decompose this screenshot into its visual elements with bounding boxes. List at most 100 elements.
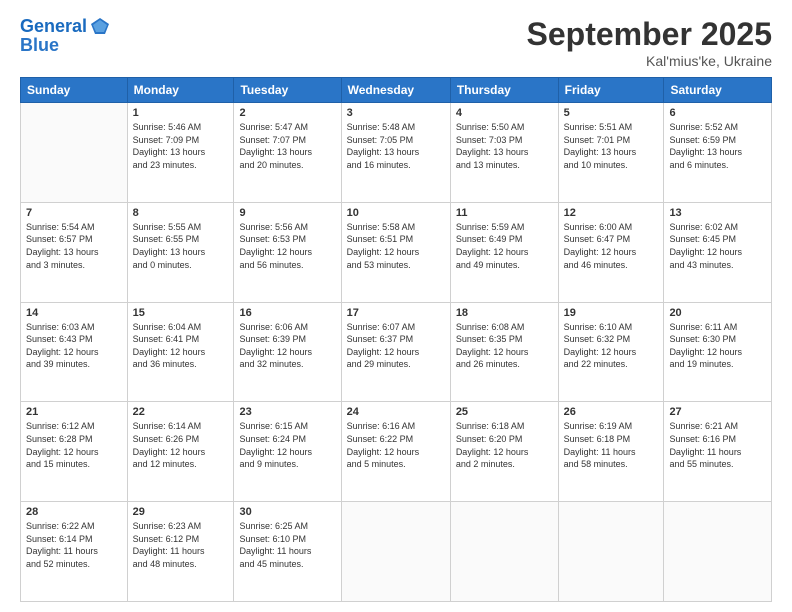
cell-info: Sunrise: 5:54 AM Sunset: 6:57 PM Dayligh… [26, 221, 122, 271]
day-number: 25 [456, 406, 553, 418]
cell-info: Sunrise: 6:06 AM Sunset: 6:39 PM Dayligh… [239, 321, 335, 371]
table-row: 18Sunrise: 6:08 AM Sunset: 6:35 PM Dayli… [450, 302, 558, 402]
cell-info: Sunrise: 6:04 AM Sunset: 6:41 PM Dayligh… [133, 321, 229, 371]
day-number: 8 [133, 207, 229, 219]
page: General Blue September 2025 Kal'mius'ke,… [0, 0, 792, 612]
cell-info: Sunrise: 6:18 AM Sunset: 6:20 PM Dayligh… [456, 420, 553, 470]
table-row: 25 Sunrise: 6:18 AM Sunset: 6:20 PM Dayli… [450, 402, 558, 502]
day-number: 2 [239, 107, 335, 119]
day-number: 10 [347, 207, 445, 219]
location-subtitle: Kal'mius'ke, Ukraine [527, 53, 772, 69]
header: General Blue September 2025 Kal'mius'ke,… [20, 16, 772, 69]
table-row: 22Sunrise: 6:14 AM Sunset: 6:26 PM Dayli… [127, 402, 234, 502]
cell-info: Sunrise: 6:10 AM Sunset: 6:32 PM Dayligh… [564, 321, 659, 371]
cell-info: Sunrise: 5:52 AM Sunset: 6:59 PM Dayligh… [669, 121, 766, 171]
day-number: 18 [456, 307, 553, 319]
cell-info: Sunrise: 6:25 AM Sunset: 6:10 PM Dayligh… [239, 520, 335, 570]
cell-info: Sunrise: 6:22 AM Sunset: 6:14 PM Dayligh… [26, 520, 122, 570]
day-number: 21 [26, 406, 122, 418]
cell-info: Sunrise: 5:56 AM Sunset: 6:53 PM Dayligh… [239, 221, 335, 271]
calendar-week-row: 28 Sunrise: 6:22 AM Sunset: 6:14 PM Dayli… [21, 502, 772, 602]
cell-info: Sunrise: 5:47 AM Sunset: 7:07 PM Dayligh… [239, 121, 335, 171]
logo: General Blue [20, 16, 111, 56]
month-title: September 2025 [527, 16, 772, 53]
table-row: 6 Sunrise: 5:52 AM Sunset: 6:59 PM Daylig… [664, 103, 772, 203]
table-row [558, 502, 664, 602]
logo-flag-icon [89, 16, 111, 38]
cell-info: Sunrise: 6:19 AM Sunset: 6:18 PM Dayligh… [564, 420, 659, 470]
table-row: 14 Sunrise: 6:03 AM Sunset: 6:43 PM Dayli… [21, 302, 128, 402]
day-number: 27 [669, 406, 766, 418]
table-row [450, 502, 558, 602]
calendar-week-row: 1 Sunrise: 5:46 AM Sunset: 7:09 PM Daylig… [21, 103, 772, 203]
cell-info: Sunrise: 6:21 AM Sunset: 6:16 PM Dayligh… [669, 420, 766, 470]
col-thursday: Thursday [450, 78, 558, 103]
day-number: 1 [133, 107, 229, 119]
day-number: 16 [239, 307, 335, 319]
table-row: 23Sunrise: 6:15 AM Sunset: 6:24 PM Dayli… [234, 402, 341, 502]
cell-info: Sunrise: 6:07 AM Sunset: 6:37 PM Dayligh… [347, 321, 445, 371]
day-number: 29 [133, 506, 229, 518]
day-number: 26 [564, 406, 659, 418]
cell-info: Sunrise: 5:48 AM Sunset: 7:05 PM Dayligh… [347, 121, 445, 171]
day-number: 24 [347, 406, 445, 418]
table-row: 5Sunrise: 5:51 AM Sunset: 7:01 PM Daylig… [558, 103, 664, 203]
table-row: 26 Sunrise: 6:19 AM Sunset: 6:18 PM Dayli… [558, 402, 664, 502]
day-number: 7 [26, 207, 122, 219]
cell-info: Sunrise: 5:51 AM Sunset: 7:01 PM Dayligh… [564, 121, 659, 171]
cell-info: Sunrise: 5:46 AM Sunset: 7:09 PM Dayligh… [133, 121, 229, 171]
day-number: 20 [669, 307, 766, 319]
calendar-week-row: 14 Sunrise: 6:03 AM Sunset: 6:43 PM Dayli… [21, 302, 772, 402]
table-row: 21 Sunrise: 6:12 AM Sunset: 6:28 PM Dayli… [21, 402, 128, 502]
cell-info: Sunrise: 5:55 AM Sunset: 6:55 PM Dayligh… [133, 221, 229, 271]
table-row: 4Sunrise: 5:50 AM Sunset: 7:03 PM Daylig… [450, 103, 558, 203]
cell-info: Sunrise: 6:02 AM Sunset: 6:45 PM Dayligh… [669, 221, 766, 271]
title-section: September 2025 Kal'mius'ke, Ukraine [527, 16, 772, 69]
table-row: 30 Sunrise: 6:25 AM Sunset: 6:10 PM Dayli… [234, 502, 341, 602]
cell-info: Sunrise: 6:11 AM Sunset: 6:30 PM Dayligh… [669, 321, 766, 371]
day-number: 30 [239, 506, 335, 518]
day-number: 11 [456, 207, 553, 219]
day-number: 6 [669, 107, 766, 119]
day-number: 23 [239, 406, 335, 418]
col-wednesday: Wednesday [341, 78, 450, 103]
cell-info: Sunrise: 6:00 AM Sunset: 6:47 PM Dayligh… [564, 221, 659, 271]
calendar-table: Sunday Monday Tuesday Wednesday Thursday… [20, 77, 772, 602]
table-row: 24 Sunrise: 6:16 AM Sunset: 6:22 PM Dayli… [341, 402, 450, 502]
calendar-header-row: Sunday Monday Tuesday Wednesday Thursday… [21, 78, 772, 103]
col-saturday: Saturday [664, 78, 772, 103]
table-row: 17Sunrise: 6:07 AM Sunset: 6:37 PM Dayli… [341, 302, 450, 402]
table-row [664, 502, 772, 602]
calendar-week-row: 21 Sunrise: 6:12 AM Sunset: 6:28 PM Dayli… [21, 402, 772, 502]
cell-info: Sunrise: 5:50 AM Sunset: 7:03 PM Dayligh… [456, 121, 553, 171]
table-row: 13 Sunrise: 6:02 AM Sunset: 6:45 PM Dayli… [664, 202, 772, 302]
cell-info: Sunrise: 5:58 AM Sunset: 6:51 PM Dayligh… [347, 221, 445, 271]
day-number: 3 [347, 107, 445, 119]
table-row: 9Sunrise: 5:56 AM Sunset: 6:53 PM Daylig… [234, 202, 341, 302]
table-row: 29Sunrise: 6:23 AM Sunset: 6:12 PM Dayli… [127, 502, 234, 602]
cell-info: Sunrise: 5:59 AM Sunset: 6:49 PM Dayligh… [456, 221, 553, 271]
table-row: 27 Sunrise: 6:21 AM Sunset: 6:16 PM Dayli… [664, 402, 772, 502]
calendar-week-row: 7 Sunrise: 5:54 AM Sunset: 6:57 PM Daylig… [21, 202, 772, 302]
day-number: 28 [26, 506, 122, 518]
table-row [21, 103, 128, 203]
table-row: 19 Sunrise: 6:10 AM Sunset: 6:32 PM Dayli… [558, 302, 664, 402]
cell-info: Sunrise: 6:03 AM Sunset: 6:43 PM Dayligh… [26, 321, 122, 371]
col-sunday: Sunday [21, 78, 128, 103]
day-number: 19 [564, 307, 659, 319]
table-row: 11 Sunrise: 5:59 AM Sunset: 6:49 PM Dayli… [450, 202, 558, 302]
day-number: 15 [133, 307, 229, 319]
day-number: 13 [669, 207, 766, 219]
day-number: 14 [26, 307, 122, 319]
table-row: 2 Sunrise: 5:47 AM Sunset: 7:07 PM Daylig… [234, 103, 341, 203]
table-row [341, 502, 450, 602]
logo-text: General [20, 17, 87, 37]
cell-info: Sunrise: 6:12 AM Sunset: 6:28 PM Dayligh… [26, 420, 122, 470]
cell-info: Sunrise: 6:16 AM Sunset: 6:22 PM Dayligh… [347, 420, 445, 470]
col-monday: Monday [127, 78, 234, 103]
table-row: 1 Sunrise: 5:46 AM Sunset: 7:09 PM Daylig… [127, 103, 234, 203]
table-row: 28 Sunrise: 6:22 AM Sunset: 6:14 PM Dayli… [21, 502, 128, 602]
table-row: 12 Sunrise: 6:00 AM Sunset: 6:47 PM Dayli… [558, 202, 664, 302]
cell-info: Sunrise: 6:14 AM Sunset: 6:26 PM Dayligh… [133, 420, 229, 470]
day-number: 12 [564, 207, 659, 219]
